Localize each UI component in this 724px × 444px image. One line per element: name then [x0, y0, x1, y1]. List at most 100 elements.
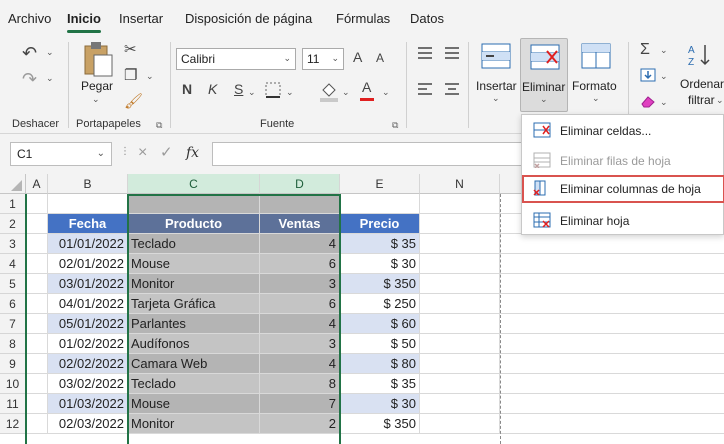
bold-button[interactable]: N: [182, 82, 192, 96]
row-header[interactable]: 4: [0, 254, 26, 274]
name-box[interactable]: C1 ⌄: [10, 142, 112, 166]
table-cell[interactable]: Monitor: [128, 414, 260, 434]
grid-cell[interactable]: [420, 314, 500, 334]
tab-disposicion[interactable]: Disposición de página: [185, 11, 312, 26]
table-cell[interactable]: 6: [260, 294, 340, 314]
fill-color-icon[interactable]: [318, 80, 340, 102]
row-header[interactable]: 7: [0, 314, 26, 334]
grid-cell[interactable]: [420, 394, 500, 414]
fill-color-dropdown-icon[interactable]: ⌄: [342, 88, 350, 97]
column-header-c[interactable]: C: [128, 174, 260, 194]
grid-cell[interactable]: [420, 214, 500, 234]
table-cell[interactable]: Camara Web: [128, 354, 260, 374]
cut-icon[interactable]: ✂: [124, 42, 137, 57]
tab-datos[interactable]: Datos: [410, 11, 444, 26]
format-painter-icon[interactable]: 🖌: [124, 94, 143, 109]
delete-button[interactable]: Eliminar ⌄: [520, 38, 568, 112]
table-cell[interactable]: 4: [260, 314, 340, 334]
table-cell[interactable]: 4: [260, 234, 340, 254]
table-cell[interactable]: $ 30: [340, 254, 420, 274]
grid-cell[interactable]: [26, 274, 48, 294]
row-header[interactable]: 11: [0, 394, 26, 414]
table-cell[interactable]: $ 350: [340, 274, 420, 294]
table-cell[interactable]: 02/02/2022: [48, 354, 128, 374]
grid-cell[interactable]: [26, 394, 48, 414]
table-header-cell[interactable]: Producto: [128, 214, 260, 234]
fill-dropdown-icon[interactable]: ⌄: [660, 72, 668, 81]
grid-cell[interactable]: [500, 414, 724, 434]
grid-cell[interactable]: [420, 354, 500, 374]
font-size-combo[interactable]: 11 ⌄: [302, 48, 344, 70]
grid-cell[interactable]: [500, 394, 724, 414]
sort-label-line1[interactable]: Ordenar: [680, 77, 724, 91]
align-middle-icon[interactable]: [444, 46, 460, 60]
fill-icon[interactable]: [640, 68, 656, 82]
table-cell[interactable]: 2: [260, 414, 340, 434]
table-cell[interactable]: Teclado: [128, 374, 260, 394]
select-all-corner[interactable]: [0, 174, 26, 194]
grid-cell[interactable]: [26, 334, 48, 354]
autosum-dropdown-icon[interactable]: ⌄: [660, 46, 668, 55]
table-header-cell[interactable]: Ventas: [260, 214, 340, 234]
align-center-icon[interactable]: [444, 82, 460, 96]
borders-icon[interactable]: [264, 81, 282, 99]
table-cell[interactable]: 02/01/2022: [48, 254, 128, 274]
grid-cell[interactable]: [420, 374, 500, 394]
underline-button[interactable]: S: [234, 82, 243, 96]
grid-cell[interactable]: [260, 194, 340, 214]
grid-cell[interactable]: [26, 294, 48, 314]
grid-cell[interactable]: [500, 234, 724, 254]
font-color-icon[interactable]: A: [362, 80, 371, 94]
table-cell[interactable]: $ 250: [340, 294, 420, 314]
format-cells-icon[interactable]: [580, 42, 612, 70]
table-cell[interactable]: Mouse: [128, 254, 260, 274]
row-header[interactable]: 8: [0, 334, 26, 354]
menu-item-delete-sheet[interactable]: Eliminar hoja: [522, 207, 724, 235]
row-header[interactable]: 6: [0, 294, 26, 314]
font-color-dropdown-icon[interactable]: ⌄: [382, 88, 390, 97]
table-cell[interactable]: $ 60: [340, 314, 420, 334]
copy-dropdown-icon[interactable]: ⌄: [146, 72, 154, 81]
row-header[interactable]: 12: [0, 414, 26, 434]
row-header[interactable]: 1: [0, 194, 26, 214]
table-cell[interactable]: 3: [260, 334, 340, 354]
table-cell[interactable]: $ 35: [340, 374, 420, 394]
table-cell[interactable]: 7: [260, 394, 340, 414]
table-cell[interactable]: Parlantes: [128, 314, 260, 334]
paste-label[interactable]: Pegar: [81, 79, 113, 93]
column-header-b[interactable]: B: [48, 174, 128, 194]
table-header-cell[interactable]: Fecha: [48, 214, 128, 234]
sort-label-line2[interactable]: filtrar: [688, 93, 715, 107]
row-header[interactable]: 2: [0, 214, 26, 234]
format-label[interactable]: Formato: [572, 79, 617, 93]
table-cell[interactable]: 4: [260, 354, 340, 374]
grid-cell[interactable]: [26, 314, 48, 334]
menu-item-delete-cells[interactable]: Eliminar celdas...: [522, 117, 724, 145]
tab-inicio[interactable]: Inicio: [67, 11, 101, 33]
tab-archivo[interactable]: Archivo: [8, 11, 51, 26]
grid-cell[interactable]: [500, 334, 724, 354]
portapapeles-launcher-icon[interactable]: ⧉: [156, 120, 162, 131]
column-header-d[interactable]: D: [260, 174, 340, 194]
table-cell[interactable]: Mouse: [128, 394, 260, 414]
redo-icon[interactable]: ↷: [22, 70, 37, 88]
grid-cell[interactable]: [420, 194, 500, 214]
cancel-icon[interactable]: ×: [138, 145, 147, 161]
grid-cell[interactable]: [340, 194, 420, 214]
table-cell[interactable]: 8: [260, 374, 340, 394]
italic-button[interactable]: K: [208, 82, 217, 96]
undo-dropdown-icon[interactable]: ⌄: [46, 48, 54, 57]
insert-cells-icon[interactable]: [480, 42, 512, 70]
table-cell[interactable]: $ 80: [340, 354, 420, 374]
sort-filter-icon[interactable]: A Z: [688, 42, 712, 68]
table-cell[interactable]: 01/02/2022: [48, 334, 128, 354]
table-cell[interactable]: Audífonos: [128, 334, 260, 354]
grid-cell[interactable]: [26, 214, 48, 234]
grid-cell[interactable]: [500, 374, 724, 394]
table-cell[interactable]: 02/03/2022: [48, 414, 128, 434]
table-cell[interactable]: $ 35: [340, 234, 420, 254]
grid-cell[interactable]: [26, 254, 48, 274]
table-cell[interactable]: 6: [260, 254, 340, 274]
row-header[interactable]: 5: [0, 274, 26, 294]
grid-cell[interactable]: [500, 274, 724, 294]
